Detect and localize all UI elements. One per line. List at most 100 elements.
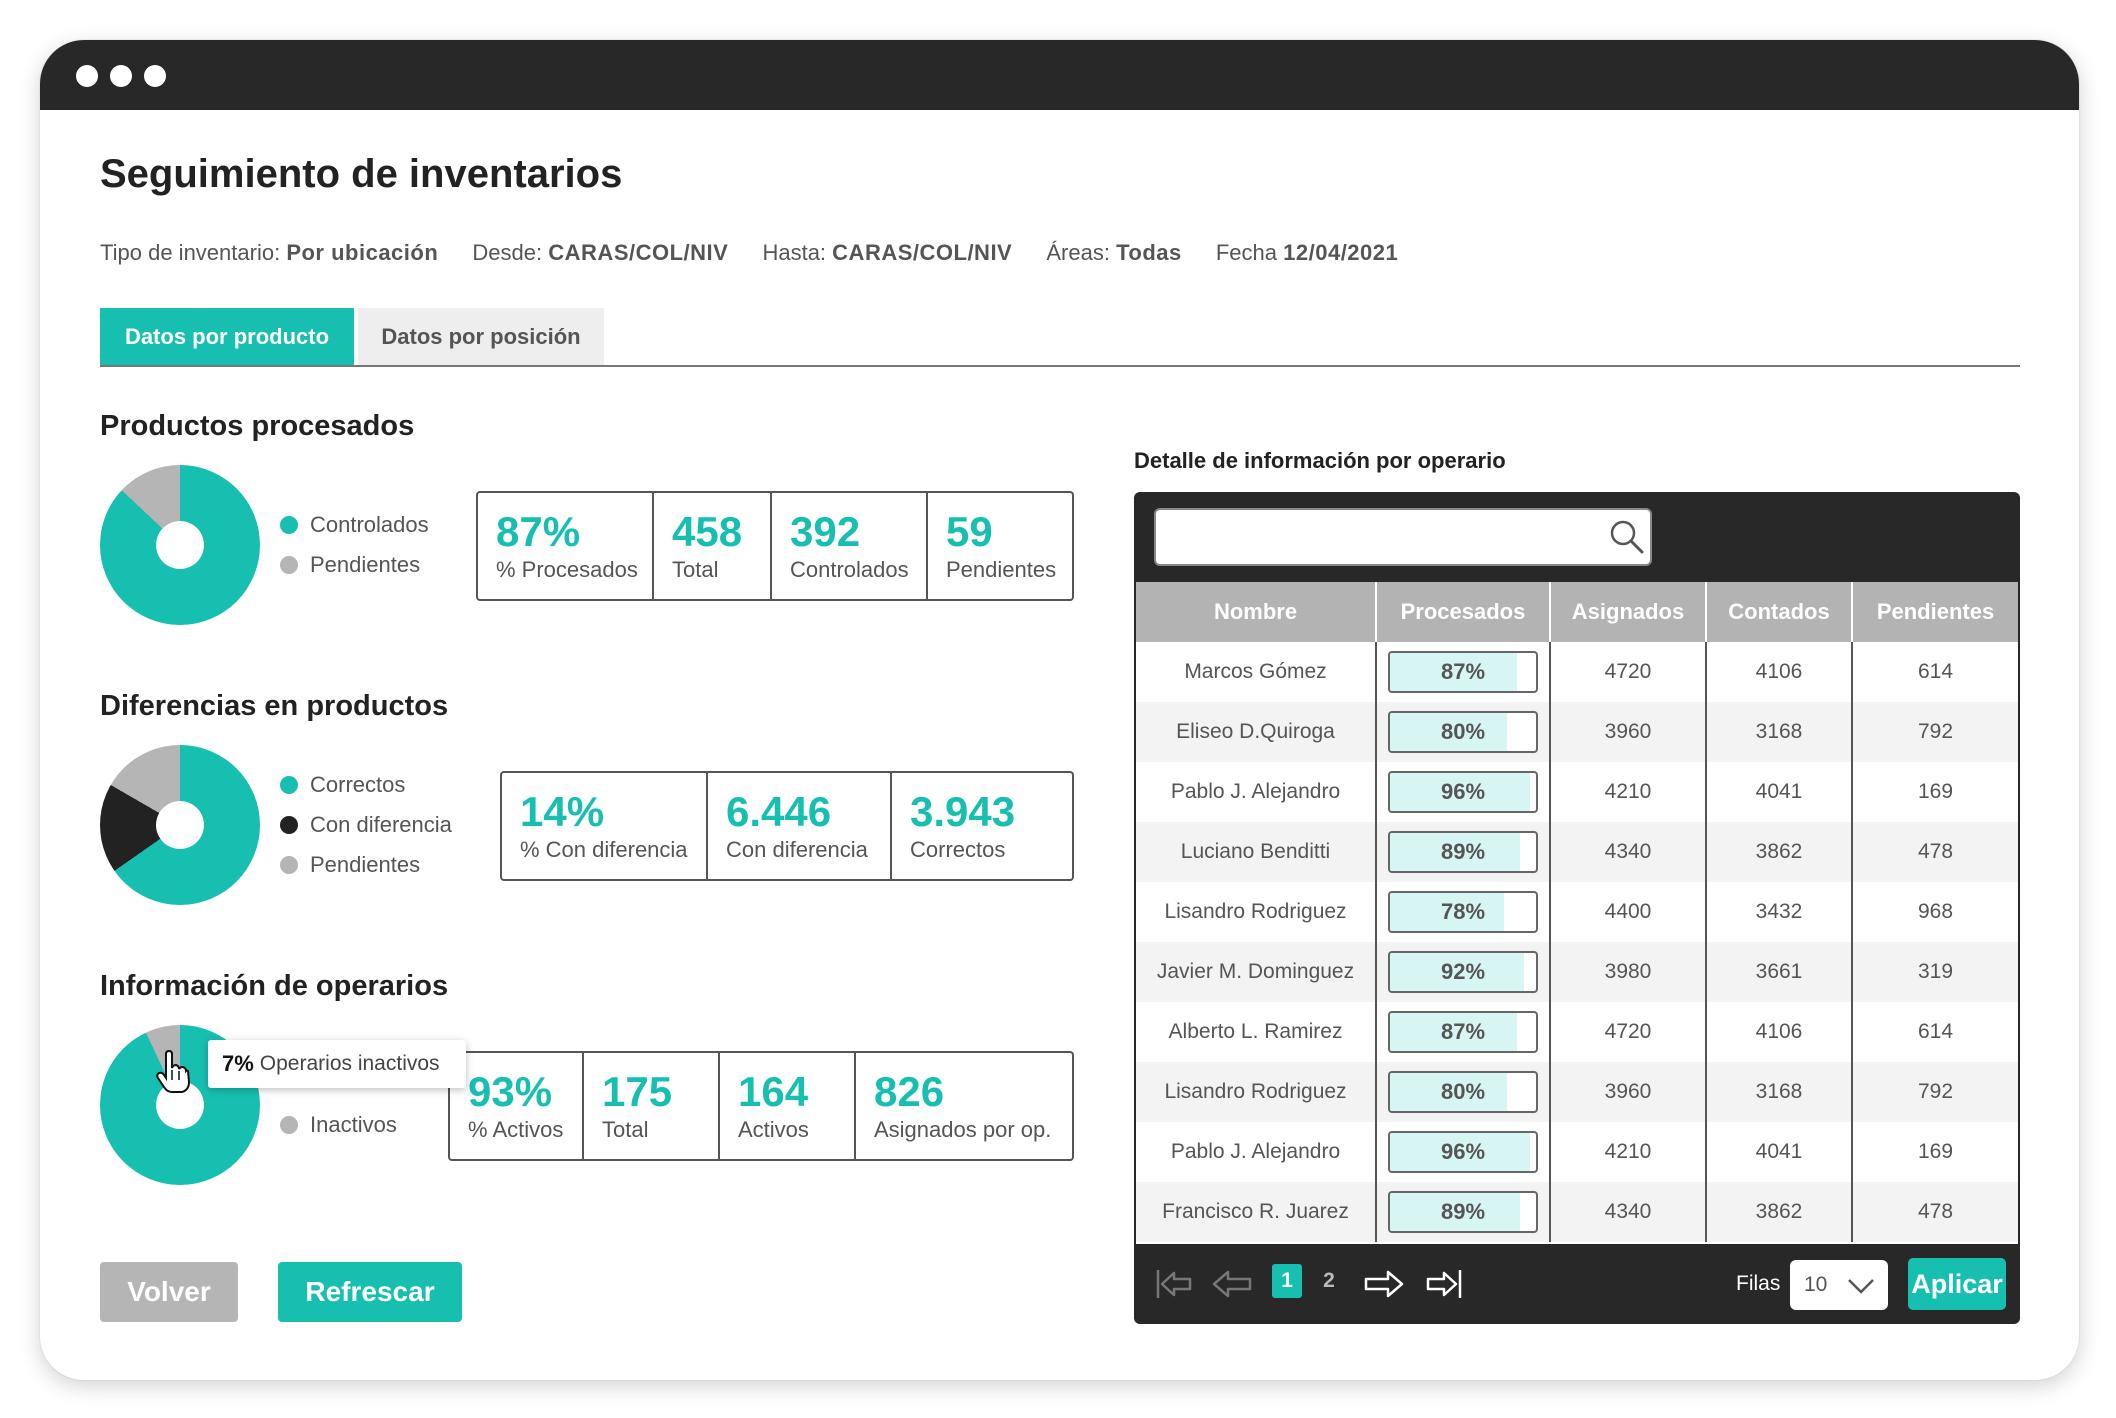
- cell-assigned: 4210: [1550, 1122, 1707, 1182]
- cell-pending: 478: [1852, 822, 2018, 882]
- first-page-icon[interactable]: [1152, 1262, 1196, 1306]
- column-header-contados[interactable]: Contados: [1706, 582, 1853, 642]
- pagination-bar: 1 2 Filas 10 Aplicar: [1134, 1244, 2020, 1324]
- stat-pendientes: 59 Pendientes: [946, 508, 1057, 583]
- legend-dot-icon: [280, 856, 298, 874]
- cell-pending: 968: [1852, 882, 2018, 942]
- pie-tooltip: 7% Operarios inactivos: [208, 1040, 466, 1088]
- cell-counted: 3168: [1706, 1062, 1853, 1122]
- cell-name: Pablo J. Alejandro: [1136, 1122, 1377, 1182]
- back-button[interactable]: Volver: [100, 1262, 238, 1322]
- cell-name: Javier M. Dominguez: [1136, 942, 1377, 1002]
- cell-processed: 96%: [1376, 762, 1551, 822]
- progress-bar: 78%: [1388, 891, 1538, 933]
- progress-bar: 96%: [1388, 771, 1538, 813]
- search-input[interactable]: [1168, 520, 1588, 554]
- filter-date: Fecha 12/04/2021: [1215, 240, 1399, 265]
- previous-page-icon[interactable]: [1210, 1262, 1254, 1306]
- cell-pending: 614: [1852, 642, 2018, 702]
- hand-cursor-icon: [156, 1050, 190, 1093]
- table-row[interactable]: Francisco R. Juarez 89% 4340 3862 478: [1136, 1182, 2018, 1242]
- legend-item-pendientes: Pendientes: [280, 852, 420, 878]
- cell-counted: 3862: [1706, 822, 1853, 882]
- processed-pie-chart: [100, 465, 260, 625]
- differences-pie-chart: [100, 745, 260, 905]
- tab-datos-por-posicion[interactable]: Datos por posición: [358, 308, 604, 366]
- stat-con-diferencia: 6.446 Con diferencia: [708, 773, 892, 879]
- progress-bar: 89%: [1388, 1191, 1538, 1233]
- page-button-2[interactable]: 2: [1314, 1264, 1344, 1298]
- tab-divider: [100, 365, 2020, 367]
- operator-detail-panel: Nombre Procesados Asignados Contados Pen…: [1134, 492, 2020, 1324]
- table-row[interactable]: Luciano Benditti 89% 4340 3862 478: [1136, 822, 2018, 882]
- cell-processed: 78%: [1376, 882, 1551, 942]
- section-title-processed: Productos procesados: [100, 410, 415, 442]
- cell-counted: 4041: [1706, 762, 1853, 822]
- window-dot-icon: [144, 65, 166, 87]
- cell-processed: 80%: [1376, 1062, 1551, 1122]
- table-row[interactable]: Alberto L. Ramirez 87% 4720 4106 614: [1136, 1002, 2018, 1062]
- cell-name: Francisco R. Juarez: [1136, 1182, 1377, 1242]
- cell-pending: 792: [1852, 702, 2018, 762]
- filter-from: Desde: CARAS/COL/NIV: [472, 240, 729, 265]
- stat-processed-percent: 87% % Procesados: [478, 493, 654, 599]
- legend-dot-icon: [280, 556, 298, 574]
- cell-counted: 4106: [1706, 642, 1853, 702]
- table-header-row: Nombre Procesados Asignados Contados Pen…: [1136, 582, 2018, 642]
- last-page-icon[interactable]: [1422, 1262, 1466, 1306]
- window-dot-icon: [110, 65, 132, 87]
- app-window: Seguimiento de inventarios Tipo de inven…: [40, 40, 2079, 1380]
- differences-stats-box: 14% % Con diferencia 6.446 Con diferenci…: [500, 771, 1074, 881]
- rows-per-page-select[interactable]: 10: [1790, 1260, 1888, 1310]
- table-row[interactable]: Lisandro Rodriguez 78% 4400 3432 968: [1136, 882, 2018, 942]
- cell-counted: 3168: [1706, 702, 1853, 762]
- section-title-operators: Información de operarios: [100, 970, 449, 1002]
- cell-counted: 3661: [1706, 942, 1853, 1002]
- section-title-differences: Diferencias en productos: [100, 690, 449, 722]
- table-row[interactable]: Marcos Gómez 87% 4720 4106 614: [1136, 642, 2018, 702]
- table-row[interactable]: Pablo J. Alejandro 96% 4210 4041 169: [1136, 1122, 2018, 1182]
- table-row[interactable]: Lisandro Rodriguez 80% 3960 3168 792: [1136, 1062, 2018, 1122]
- progress-bar: 87%: [1388, 1011, 1538, 1053]
- stat-operators-total: 175 Total: [584, 1053, 720, 1159]
- cell-pending: 319: [1852, 942, 2018, 1002]
- stat-activos-percent: 93% % Activos: [450, 1053, 584, 1159]
- apply-button[interactable]: Aplicar: [1908, 1258, 2006, 1310]
- table-row[interactable]: Javier M. Dominguez 92% 3980 3661 319: [1136, 942, 2018, 1002]
- cell-pending: 478: [1852, 1182, 2018, 1242]
- cell-processed: 96%: [1376, 1122, 1551, 1182]
- legend-item-correctos: Correctos: [280, 772, 405, 798]
- page-button-1[interactable]: 1: [1272, 1264, 1302, 1298]
- search-box[interactable]: [1154, 508, 1652, 566]
- column-header-nombre[interactable]: Nombre: [1136, 582, 1377, 642]
- column-header-asignados[interactable]: Asignados: [1550, 582, 1707, 642]
- progress-bar: 87%: [1388, 651, 1538, 693]
- cell-counted: 4041: [1706, 1122, 1853, 1182]
- cell-processed: 80%: [1376, 702, 1551, 762]
- cell-assigned: 3960: [1550, 1062, 1707, 1122]
- stat-asignados-por-op: 826 Asignados por op.: [874, 1068, 1052, 1143]
- cell-assigned: 4400: [1550, 882, 1707, 942]
- cell-pending: 792: [1852, 1062, 2018, 1122]
- column-header-procesados[interactable]: Procesados: [1376, 582, 1551, 642]
- refresh-button[interactable]: Refrescar: [278, 1262, 462, 1322]
- cell-pending: 169: [1852, 1122, 2018, 1182]
- detail-title: Detalle de información por operario: [1134, 448, 1506, 473]
- column-header-pendientes[interactable]: Pendientes: [1852, 582, 2018, 642]
- legend-dot-icon: [280, 816, 298, 834]
- cell-pending: 614: [1852, 1002, 2018, 1062]
- table-row[interactable]: Eliseo D.Quiroga 80% 3960 3168 792: [1136, 702, 2018, 762]
- cell-counted: 4106: [1706, 1002, 1853, 1062]
- next-page-icon[interactable]: [1362, 1262, 1406, 1306]
- progress-bar: 80%: [1388, 711, 1538, 753]
- window-dot-icon: [76, 65, 98, 87]
- cell-assigned: 4720: [1550, 642, 1707, 702]
- stat-diff-percent: 14% % Con diferencia: [502, 773, 708, 879]
- table-row[interactable]: Pablo J. Alejandro 96% 4210 4041 169: [1136, 762, 2018, 822]
- cell-assigned: 3960: [1550, 702, 1707, 762]
- tab-datos-por-producto[interactable]: Datos por producto: [100, 308, 354, 366]
- legend-item-con-diferencia: Con diferencia: [280, 812, 452, 838]
- legend-item-pendientes: Pendientes: [280, 552, 420, 578]
- legend-dot-icon: [280, 776, 298, 794]
- search-icon[interactable]: [1608, 518, 1646, 556]
